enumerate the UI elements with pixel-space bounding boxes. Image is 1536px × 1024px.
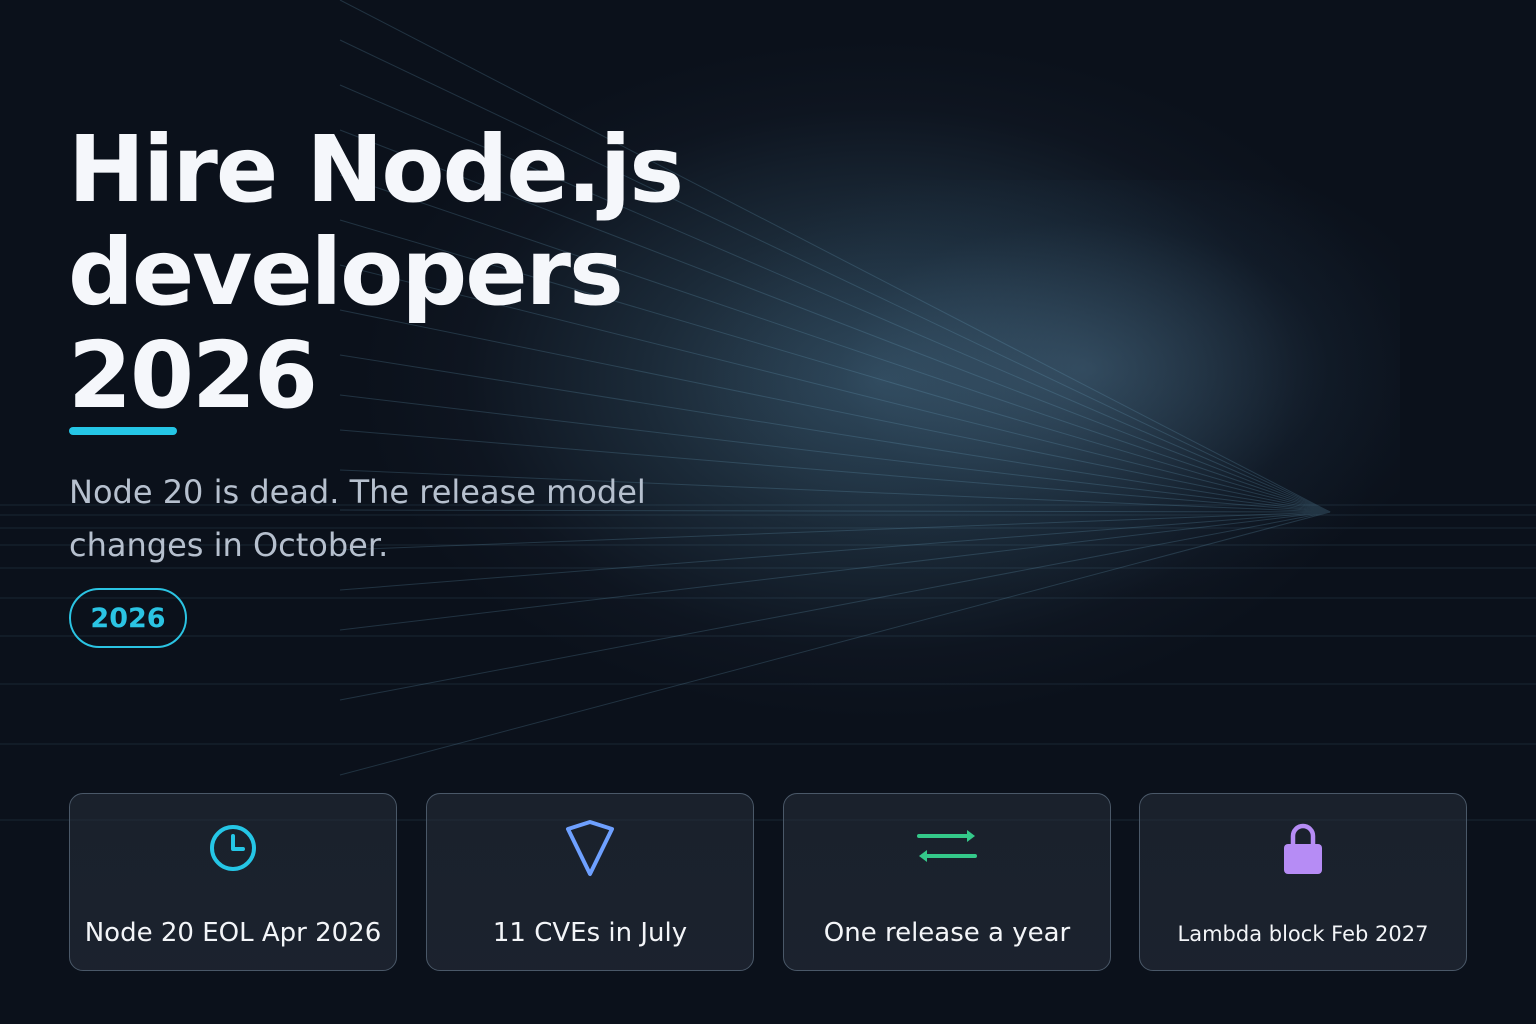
card-label: Node 20 EOL Apr 2026 (84, 918, 382, 948)
subtitle: Node 20 is dead. The release model chang… (69, 473, 646, 564)
diamond-icon (558, 816, 622, 880)
clock-icon (201, 816, 265, 880)
swap-arrows-icon (915, 816, 979, 880)
year-badge: 2026 (69, 588, 187, 648)
card-label: Lambda block Feb 2027 (1177, 922, 1429, 946)
headline-line-3: 2026 (68, 322, 318, 429)
lock-icon (1271, 816, 1335, 880)
headline-line-2: developers (68, 219, 624, 326)
card-label: 11 CVEs in July (492, 918, 688, 948)
headline-line-1: Hire Node.js (68, 116, 684, 223)
accent-underline (69, 427, 177, 435)
headline: Hire Node.js developers 2026 (68, 116, 684, 429)
card-cves: 11 CVEs in July (426, 793, 754, 971)
card-lambda-block: Lambda block Feb 2027 (1139, 793, 1467, 971)
card-label: One release a year (823, 918, 1071, 948)
card-release-cadence: One release a year (783, 793, 1111, 971)
card-node20-eol: Node 20 EOL Apr 2026 (69, 793, 397, 971)
